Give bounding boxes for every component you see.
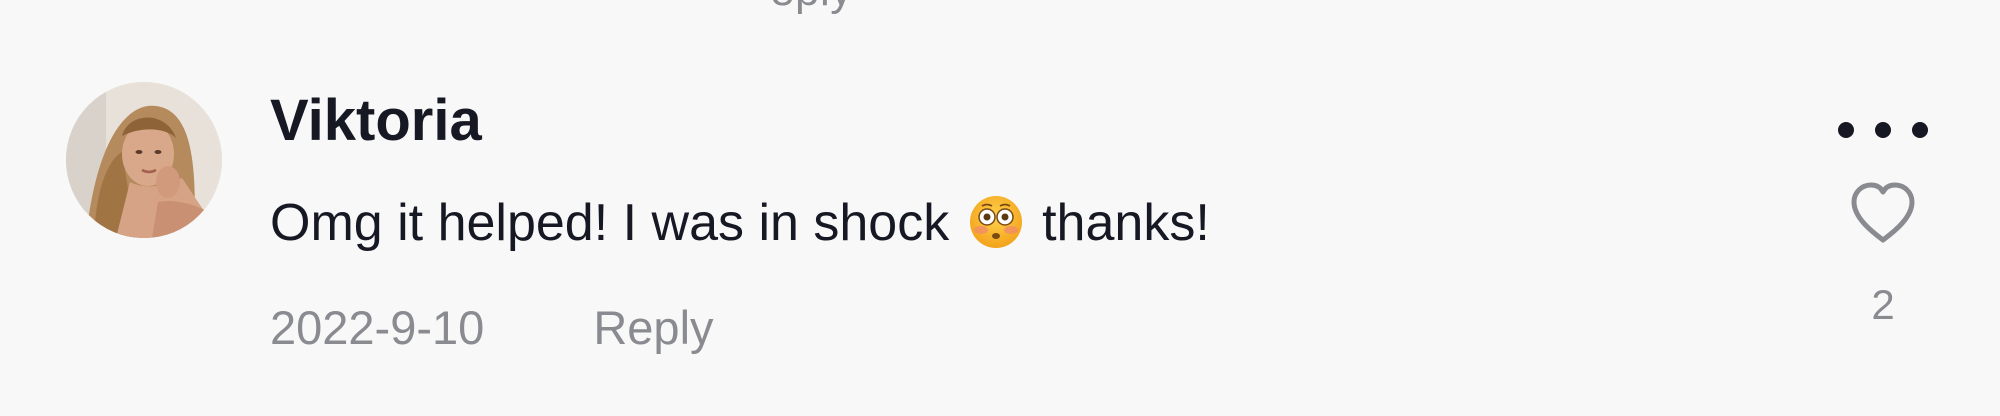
more-horizontal-icon-dot-3 [1912,122,1928,138]
comment-meta: 2022-9-10 Reply [270,304,714,351]
like-count: 2 [1871,281,1895,328]
like-button[interactable] [1848,180,1918,246]
heart-outline-icon [1851,182,1915,243]
comment-text: Omg it helped! I was in shock thanks! [270,194,1210,250]
comments-panel: eply Viktoria Omg it helped! I was in sh… [0,0,2000,416]
avatar[interactable] [66,82,222,238]
flushed-face-emoji-icon [968,194,1024,250]
more-options-button[interactable] [1838,112,1928,148]
comment-text-part-1: Omg it helped! I was in shock [270,194,950,252]
comment-date: 2022-9-10 [270,301,485,354]
more-horizontal-icon-dot-2 [1875,122,1891,138]
more-horizontal-icon-dot-1 [1838,122,1854,138]
comment-text-part-2: thanks! [1042,194,1210,252]
reply-button[interactable]: Reply [593,301,713,354]
comment-item: Viktoria Omg it helped! I was in shock t… [0,0,2000,416]
avatar-photo [66,82,222,238]
comment-username[interactable]: Viktoria [270,92,482,150]
